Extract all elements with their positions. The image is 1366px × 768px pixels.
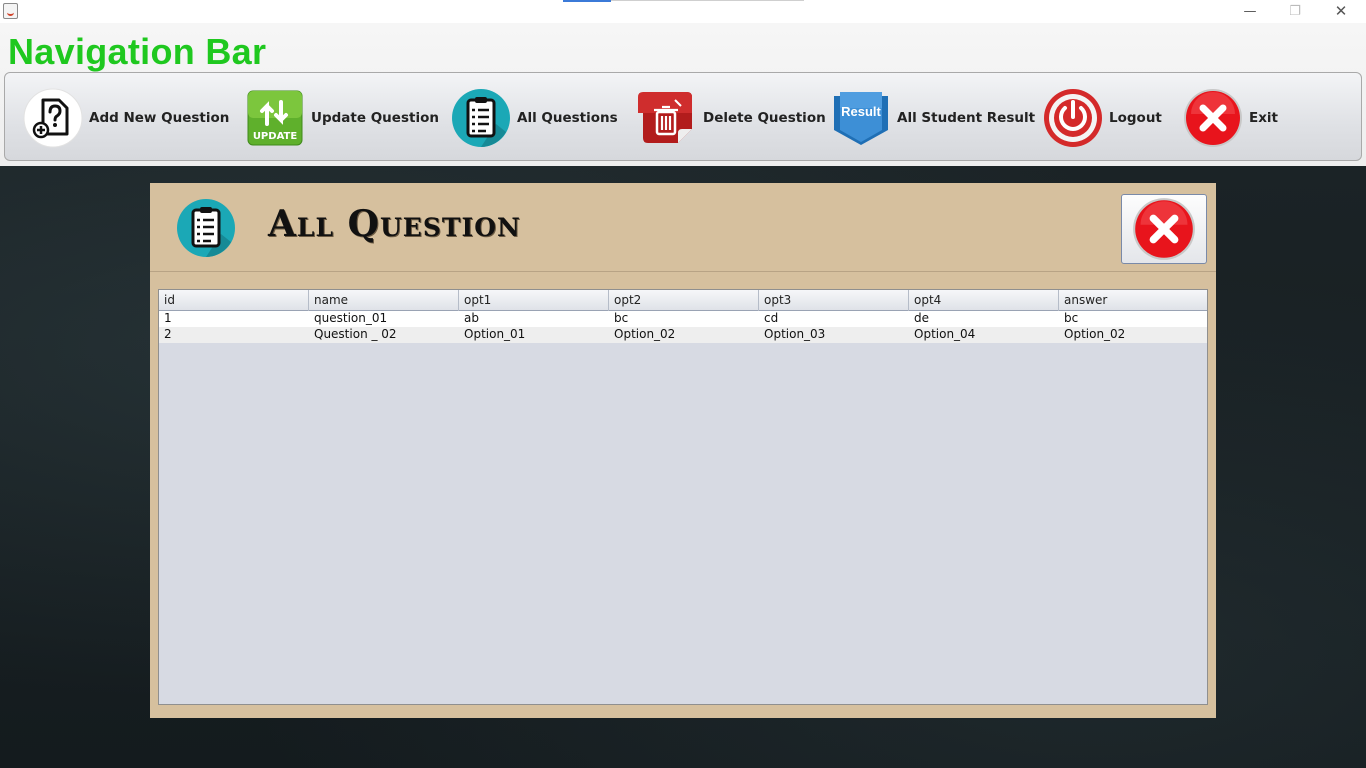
panel-title: All Question — [268, 203, 521, 245]
table-cell: de — [914, 311, 929, 325]
nav-title: Navigation Bar — [8, 31, 267, 72]
all-question-panel: All Question id name opt1 opt2 opt3 opt4… — [150, 183, 1216, 718]
table-cell: Option_04 — [914, 327, 976, 341]
panel-header: All Question — [150, 183, 1216, 272]
table-cell: bc — [614, 311, 629, 325]
table-row[interactable]: 1 question_01 ab bc cd de bc — [159, 311, 1207, 327]
result-ribbon-icon: Result — [834, 92, 888, 145]
table-header: id name opt1 opt2 opt3 opt4 answer — [159, 290, 1207, 311]
questions-table[interactable]: id name opt1 opt2 opt3 opt4 answer 1 que… — [158, 289, 1208, 705]
column-header-id[interactable]: id — [159, 290, 309, 311]
update-icon-text: UPDATE — [253, 131, 298, 142]
logout-button[interactable]: Logout — [1043, 87, 1162, 149]
window-titlebar: — ❐ ✕ — [0, 0, 1366, 23]
table-cell: Option_02 — [1064, 327, 1126, 341]
table-cell: question_01 — [314, 311, 388, 325]
header-area: Navigation Bar Add New Question UPDATE U… — [0, 23, 1366, 166]
column-header-name[interactable]: name — [309, 290, 459, 311]
table-cell: 1 — [164, 311, 172, 325]
add-question-icon — [23, 88, 83, 148]
update-question-button[interactable]: UPDATE Update Question — [245, 87, 439, 149]
table-cell: 2 — [164, 327, 172, 341]
column-header-answer[interactable]: answer — [1059, 290, 1207, 311]
table-cell: Option_03 — [764, 327, 826, 341]
all-questions-button[interactable]: All Questions — [451, 87, 618, 149]
power-icon — [1044, 89, 1102, 147]
table-cell: Option_02 — [614, 327, 676, 341]
document-list-icon — [452, 89, 510, 147]
toolbar-label: Exit — [1249, 110, 1279, 126]
table-row[interactable]: 2 Question _ 02 Option_01 Option_02 Opti… — [159, 327, 1207, 343]
minimize-button[interactable]: — — [1227, 0, 1273, 22]
all-student-result-button[interactable]: Result All Student Result — [831, 87, 1035, 149]
column-header-opt3[interactable]: opt3 — [759, 290, 909, 311]
toolbar-label: Logout — [1109, 110, 1162, 126]
close-circle-icon — [1133, 198, 1195, 260]
toolbar: Add New Question UPDATE Update Question — [4, 72, 1362, 161]
table-cell: bc — [1064, 311, 1079, 325]
toolbar-label: Delete Question — [703, 110, 826, 126]
title-accent — [563, 0, 611, 2]
java-app-icon — [3, 3, 18, 19]
maximize-button[interactable]: ❐ — [1272, 0, 1318, 22]
result-icon-text: Result — [841, 104, 881, 119]
trash-icon — [638, 92, 692, 143]
title-accent-line — [611, 0, 804, 1]
toolbar-label: Update Question — [311, 110, 439, 126]
column-header-opt2[interactable]: opt2 — [609, 290, 759, 311]
document-list-icon — [177, 199, 235, 257]
delete-question-button[interactable]: Delete Question — [637, 87, 826, 149]
update-icon: UPDATE — [247, 90, 303, 146]
window-close-button[interactable]: ✕ — [1318, 0, 1364, 22]
close-circle-icon — [1184, 89, 1242, 147]
column-header-opt1[interactable]: opt1 — [459, 290, 609, 311]
column-header-opt4[interactable]: opt4 — [909, 290, 1059, 311]
add-new-question-button[interactable]: Add New Question — [23, 87, 229, 149]
table-cell: cd — [764, 311, 779, 325]
panel-close-button[interactable] — [1121, 194, 1207, 264]
table-cell: ab — [464, 311, 479, 325]
exit-button[interactable]: Exit — [1183, 87, 1278, 149]
table-body: 1 question_01 ab bc cd de bc 2 Question … — [159, 311, 1207, 343]
toolbar-label: All Student Result — [897, 110, 1036, 126]
table-cell: Question _ 02 — [314, 327, 397, 341]
toolbar-label: All Questions — [517, 110, 618, 126]
toolbar-label: Add New Question — [89, 110, 230, 126]
table-cell: Option_01 — [464, 327, 526, 341]
